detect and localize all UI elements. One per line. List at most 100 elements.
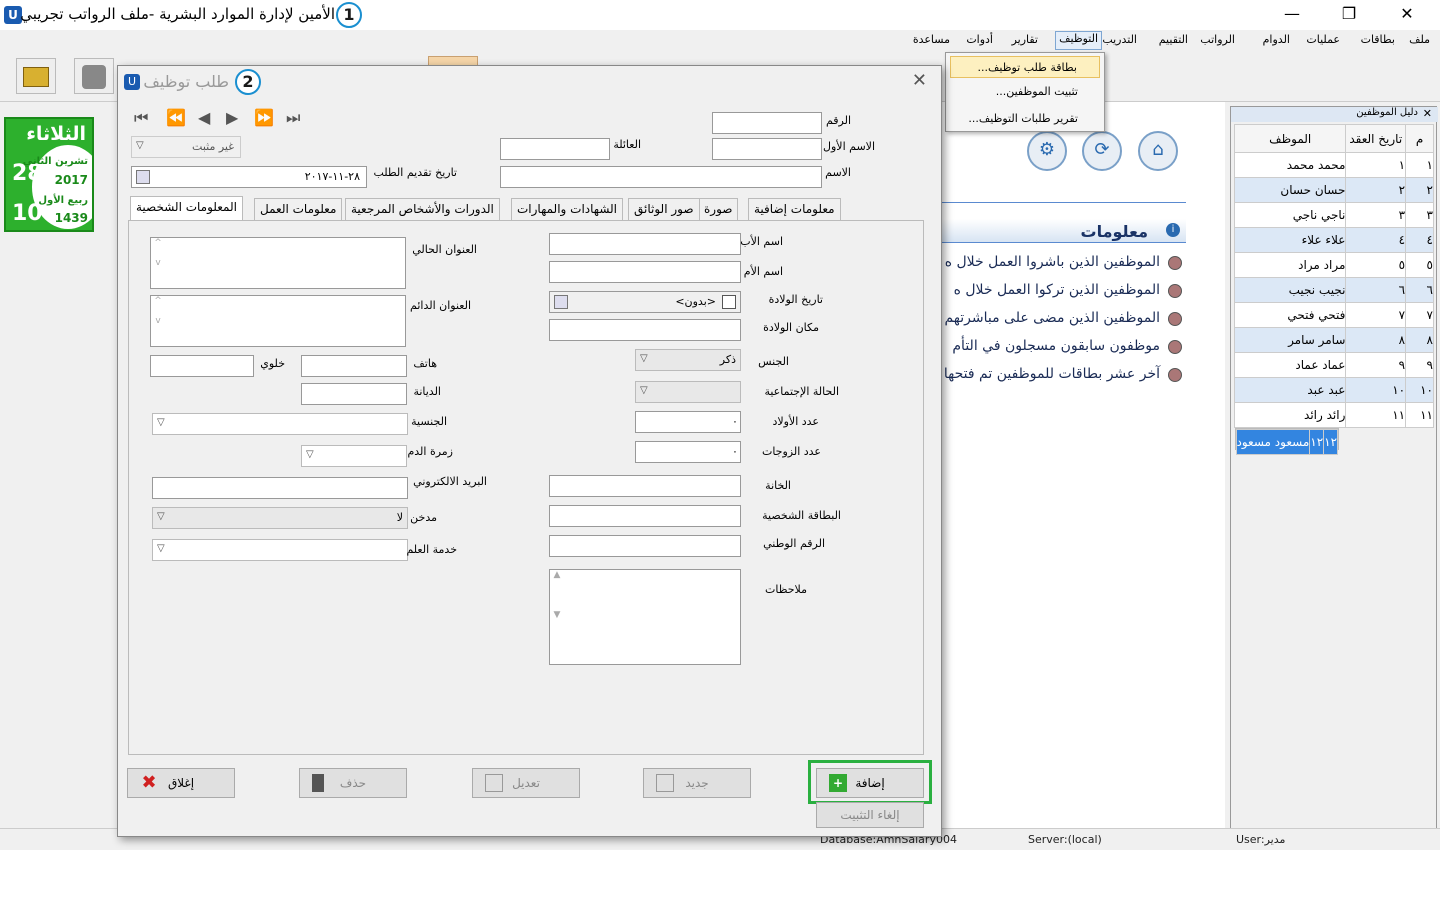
father-name-field[interactable] [549,233,741,255]
table-row[interactable]: نجيب نجيب ٦ ٦ [1233,277,1434,303]
religion-field[interactable] [301,383,407,405]
table-row[interactable]: فتحي فتحي ٧ ٧ [1233,302,1434,328]
prev-record-button[interactable]: ◀ [198,108,210,127]
notes-field[interactable]: ▲ ▼ [549,569,741,665]
bullet-icon [1168,256,1182,270]
prev-page-button[interactable]: ⏪ [166,108,186,127]
number-field[interactable] [712,112,822,134]
tab-courses-references[interactable]: الدورات والأشخاص المرجعية [345,198,500,220]
info-link[interactable]: الموظفين الذين مضى على مباشرتهم [944,310,1160,326]
info-link[interactable]: موظفون سابقون مسجلون في التأم [952,338,1160,354]
home-button[interactable]: ⌂ [1138,131,1178,171]
table-row[interactable]: مسعود مسعود ١٢ ١٢ [1234,428,1340,455]
settings-button[interactable]: ⚙ [1027,131,1067,171]
tab-photo[interactable]: صورة [698,198,739,220]
info-link[interactable]: الموظفين الذين باشروا العمل خلال ه [945,254,1160,270]
close-icon: ✖ [141,772,157,793]
mother-name-label: اسم الأم [743,265,783,278]
email-field[interactable] [152,477,408,499]
table-row[interactable]: مراد مراد ٥ ٥ [1233,252,1434,278]
national-no-field[interactable] [549,535,741,557]
phone-field[interactable] [301,355,407,377]
menu-salaries[interactable]: الرواتب [1200,33,1235,46]
edit-button[interactable]: تعديل [472,768,580,798]
menu-attendance[interactable]: الدوام [1263,33,1290,46]
col-num[interactable]: م [1405,124,1434,153]
mother-name-field[interactable] [549,261,741,283]
menu-training[interactable]: التدريب [1102,33,1137,46]
birth-date-checkbox[interactable] [722,295,736,309]
first-name-field[interactable] [712,138,822,160]
family-field[interactable] [500,138,610,160]
table-row[interactable]: حسان حسان ٢ ٢ [1233,177,1434,203]
mobile-field[interactable] [150,355,254,377]
table-row[interactable]: عبد عبد ١٠ ١٠ [1233,377,1434,403]
menu-tools[interactable]: أدوات [966,33,993,46]
refresh-button[interactable]: ⟳ [1082,131,1122,171]
tab-certificates[interactable]: الشهادات والمهارات [511,198,624,220]
menu-file[interactable]: ملف [1409,33,1430,46]
menu-cards[interactable]: بطاقات [1361,33,1395,46]
apply-date-field[interactable]: ٢٨-١١-٢٠١٧ [131,166,367,188]
menu-item-confirm-employees[interactable]: تثبيت الموظفين... [950,81,1100,103]
next-record-button[interactable]: ▶ [226,108,238,127]
id-card-field[interactable] [549,505,741,527]
marital-select[interactable]: ▽ [635,381,741,403]
new-button[interactable]: جديد [643,768,751,798]
smoker-select[interactable]: ▽ لا [152,507,408,529]
dialog-close-button[interactable]: ✕ [912,70,927,91]
col-name[interactable]: الموظف [1233,124,1347,153]
menu-evaluation[interactable]: التقييم [1159,33,1188,46]
close-panel-icon[interactable]: ✕ [1423,107,1432,120]
menu-item-applications-report[interactable]: تقرير طلبات التوظيف... [950,108,1100,130]
scrollbar[interactable]: ▲ ▼ [550,570,564,664]
gender-select[interactable]: ▽ ذكر [635,349,741,371]
military-select[interactable]: ▽ [152,539,408,561]
col-date[interactable]: تاريخ العقد [1345,124,1407,153]
menu-recruitment[interactable]: التوظيف [1055,31,1102,50]
unconfirm-button[interactable]: إلغاء التثبيت [816,802,924,828]
scrollbar[interactable]: ^ v [151,238,165,288]
blood-select[interactable]: ▽ [301,445,407,467]
hijri-year: 1439 [54,211,88,225]
info-link[interactable]: الموظفين الذين تركوا العمل خلال ه [954,282,1160,298]
next-page-button[interactable]: ⏩ [254,108,274,127]
current-address-field[interactable]: ^ v [150,237,406,289]
wives-field[interactable]: ٠ [635,441,741,463]
info-link[interactable]: آخر عشر بطاقات للموظفين تم فتحها [944,366,1160,382]
khana-field[interactable] [549,475,741,497]
chevron-down-icon: ▽ [640,385,648,396]
close-button[interactable]: ✖ إغلاق [127,768,235,798]
table-row[interactable]: محمد محمد ١ ١ [1233,152,1434,178]
close-window-button[interactable]: ✕ [1392,4,1422,26]
table-row[interactable]: علاء علاء ٤ ٤ [1233,227,1434,253]
nationality-select[interactable]: ▽ [152,413,408,435]
menu-operations[interactable]: عمليات [1306,33,1340,46]
table-row[interactable]: رائد رائد ١١ ١١ [1233,402,1434,428]
first-record-button[interactable]: ⏮ [134,108,148,128]
menu-item-application-card[interactable]: بطاقة طلب توظيف... [950,56,1100,78]
menu-reports[interactable]: تقارير [1012,33,1038,46]
tab-personal-info[interactable]: المعلومات الشخصية [130,196,243,220]
last-record-button[interactable]: ⏭ [286,108,300,128]
maximize-button[interactable]: ❐ [1334,4,1364,26]
tab-document-images[interactable]: صور الوثائق [628,198,700,220]
open-folder-button[interactable] [16,58,56,94]
children-field[interactable]: ٠ [635,411,741,433]
tab-work-info[interactable]: معلومات العمل [254,198,343,220]
tab-extra-info[interactable]: معلومات إضافية [748,198,841,220]
name-field[interactable] [500,166,822,188]
table-row[interactable]: سامر سامر ٨ ٨ [1233,327,1434,353]
birth-place-field[interactable] [549,319,741,341]
delete-button[interactable]: حذف [299,768,407,798]
employees-button[interactable] [74,58,114,94]
menu-help[interactable]: مساعدة [913,33,950,46]
minimize-button[interactable]: — [1277,4,1307,26]
scrollbar[interactable]: ^ v [151,296,165,346]
permanent-address-field[interactable]: ^ v [150,295,406,347]
table-row[interactable]: ناجي ناجي ٣ ٣ [1233,202,1434,228]
status-select[interactable]: ▽ غير مثبت [131,136,241,158]
birth-date-field[interactable]: <بدون> [549,291,741,313]
table-row[interactable]: عماد عماد ٩ ٩ [1233,352,1434,378]
add-button[interactable]: + إضافة [816,768,924,798]
